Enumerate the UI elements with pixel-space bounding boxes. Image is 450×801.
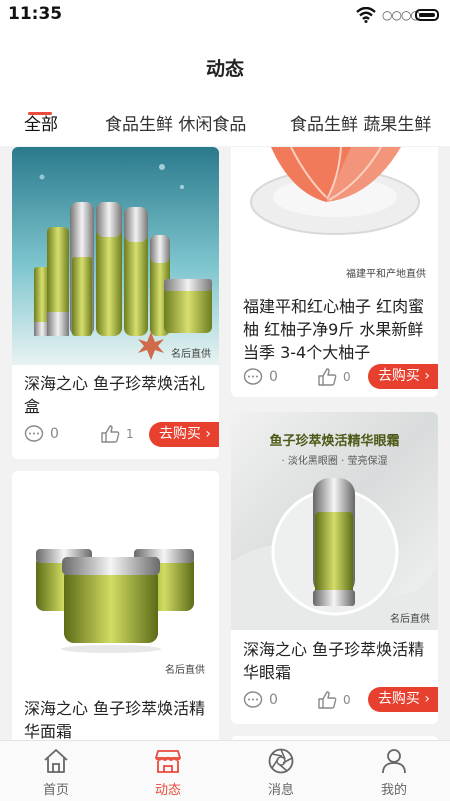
page-header: 动态 全部 食品生鲜 休闲食品 食品生鲜 蔬果生鲜 bbox=[0, 30, 450, 146]
comment-count-value: 0 bbox=[269, 692, 278, 708]
like-count-value: 1 bbox=[126, 427, 134, 441]
comment-icon bbox=[243, 368, 263, 385]
product-title: 福建平和红心柚子 红肉蜜柚 红柚子净9斤 水果新鲜当季 3-4个大柚子 bbox=[243, 297, 425, 362]
product-title: 深海之心 鱼子珍萃焕活精华眼霜 bbox=[243, 640, 425, 682]
buy-button[interactable]: 去购买 › bbox=[367, 687, 438, 712]
thumbs-up-icon bbox=[318, 691, 337, 709]
product-card[interactable]: 鱼子珍萃焕活精华眼霜 · 淡化黑眼圈 · 莹亮保湿 名后直供 深海之心 鱼子珍萃… bbox=[231, 412, 438, 724]
supplier-tag: 福建平和产地直供 bbox=[346, 269, 426, 280]
product-card[interactable]: 名后直供 深海之心 鱼子珍萃焕活精华面霜 bbox=[12, 471, 219, 751]
buy-button[interactable]: 去购买 › bbox=[367, 364, 438, 389]
store-icon bbox=[155, 750, 181, 773]
category-tabs: 全部 食品生鲜 休闲食品 食品生鲜 蔬果生鲜 bbox=[0, 110, 450, 142]
like-count-value: 0 bbox=[343, 370, 351, 384]
product-card[interactable]: 福建平和产地直供 福建平和红心柚子 红肉蜜柚 红柚子净9斤 水果新鲜当季 3-4… bbox=[231, 147, 438, 397]
comment-icon bbox=[243, 691, 263, 708]
wifi-icon bbox=[356, 7, 376, 23]
nav-messages[interactable]: 消息 bbox=[225, 741, 337, 801]
nav-profile-label: 我的 bbox=[380, 783, 407, 798]
supplier-tag: 名后直供 bbox=[165, 665, 205, 676]
tab-fresh-produce[interactable]: 食品生鲜 蔬果生鲜 bbox=[290, 110, 431, 135]
page-title: 动态 bbox=[205, 58, 244, 80]
like-count[interactable]: 0 bbox=[317, 690, 351, 710]
nav-home[interactable]: 首页 bbox=[0, 741, 112, 801]
battery-icon bbox=[415, 9, 439, 21]
supplier-tag: 名后直供 bbox=[390, 614, 430, 625]
comment-count[interactable]: 0 bbox=[24, 424, 59, 444]
bottom-navigation: 首页 动态 消息 我的 bbox=[0, 740, 450, 801]
product-title: 深海之心 鱼子珍萃焕活精华面霜 bbox=[24, 699, 206, 741]
product-image bbox=[12, 471, 219, 689]
banner-subtitle: · 淡化黑眼圈 · 莹亮保湿 bbox=[281, 456, 388, 467]
tab-snack-food[interactable]: 食品生鲜 休闲食品 bbox=[105, 110, 246, 135]
product-image bbox=[12, 147, 219, 365]
like-count-value: 0 bbox=[343, 693, 351, 707]
comment-count-value: 0 bbox=[269, 369, 278, 385]
user-icon bbox=[382, 749, 406, 774]
comment-count[interactable]: 0 bbox=[243, 690, 278, 710]
comment-count[interactable]: 0 bbox=[243, 367, 278, 387]
nav-home-label: 首页 bbox=[42, 783, 69, 798]
nav-feed-label: 动态 bbox=[154, 783, 181, 798]
home-icon bbox=[44, 749, 68, 773]
nav-messages-label: 消息 bbox=[267, 783, 294, 798]
comment-icon bbox=[24, 425, 44, 442]
product-card[interactable]: 名后直供 深海之心 鱼子珍萃焕活礼盒 0 1 去购买 › bbox=[12, 147, 219, 459]
nav-feed[interactable]: 动态 bbox=[112, 741, 224, 801]
product-title: 深海之心 鱼子珍萃焕活礼盒 bbox=[24, 374, 206, 416]
nav-profile[interactable]: 我的 bbox=[338, 741, 450, 801]
status-bar: 11:35 ○○○○ bbox=[0, 0, 450, 30]
active-tab-indicator bbox=[28, 112, 52, 115]
aperture-icon bbox=[268, 748, 294, 774]
status-time: 11:35 bbox=[8, 4, 63, 24]
comment-count-value: 0 bbox=[50, 426, 59, 442]
thumbs-up-icon bbox=[318, 368, 337, 386]
like-count[interactable]: 1 bbox=[100, 424, 134, 444]
banner-title: 鱼子珍萃焕活精华眼霜 bbox=[269, 434, 400, 449]
buy-button[interactable]: 去购买 › bbox=[148, 422, 219, 447]
supplier-tag: 名后直供 bbox=[171, 349, 211, 360]
like-count[interactable]: 0 bbox=[317, 367, 351, 387]
thumbs-up-icon bbox=[101, 425, 120, 443]
